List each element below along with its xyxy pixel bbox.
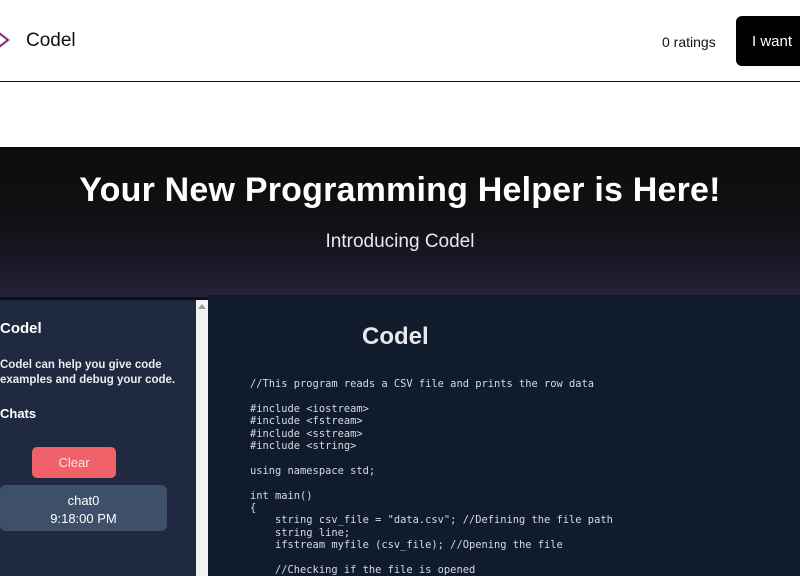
codel-logo-icon[interactable] xyxy=(0,22,10,58)
code-line: #include <iostream> xyxy=(250,402,369,415)
code-panel: Codel //This program reads a CSV file an… xyxy=(208,295,800,576)
code-panel-title: Codel xyxy=(362,323,429,350)
hero-subtitle: Introducing Codel xyxy=(325,231,475,252)
sidebar-title: Codel xyxy=(0,320,42,337)
chat-name: chat0 xyxy=(67,493,100,508)
code-line: #include <string> xyxy=(250,439,357,452)
product-cover-image: Your New Programming Helper is Here! Int… xyxy=(0,147,800,576)
code-line: #include <fstream> xyxy=(250,415,363,428)
code-line: using namespace std; xyxy=(250,464,376,477)
code-line: #include <sstream> xyxy=(250,427,363,440)
brand-name[interactable]: Codel xyxy=(26,30,76,52)
code-block: //This program reads a CSV file and prin… xyxy=(250,378,613,576)
code-line: int main() xyxy=(250,489,313,502)
clear-button: Clear xyxy=(32,447,116,478)
code-line: string line; xyxy=(250,526,351,539)
chat-list-item: chat0 9:18:00 PM xyxy=(0,485,167,531)
hero-title: Your New Programming Helper is Here! xyxy=(79,171,721,209)
chat-time: 9:18:00 PM xyxy=(50,511,117,526)
i-want-this-button[interactable]: I want xyxy=(736,16,800,66)
code-line: //This program reads a CSV file and prin… xyxy=(250,378,595,390)
hero-banner: Your New Programming Helper is Here! Int… xyxy=(0,147,800,297)
code-line: //Checking if the file is opened xyxy=(250,563,476,576)
code-line: string csv_file = "data.csv"; //Defining… xyxy=(250,514,613,527)
ratings-count[interactable]: 0 ratings xyxy=(662,34,716,50)
scroll-up-arrow-icon xyxy=(198,304,206,309)
sidebar-description: Codel can help you give code examples an… xyxy=(0,359,176,386)
sidebar-scrollbar xyxy=(196,300,208,576)
code-line: { xyxy=(250,501,257,514)
chats-heading: Chats xyxy=(0,406,37,421)
top-bar: Codel 0 ratings I want xyxy=(0,0,800,82)
app-sidebar: Codel Codel can help you give code examp… xyxy=(0,300,196,576)
code-line: ifstream myfile (csv_file); //Opening th… xyxy=(250,539,563,552)
